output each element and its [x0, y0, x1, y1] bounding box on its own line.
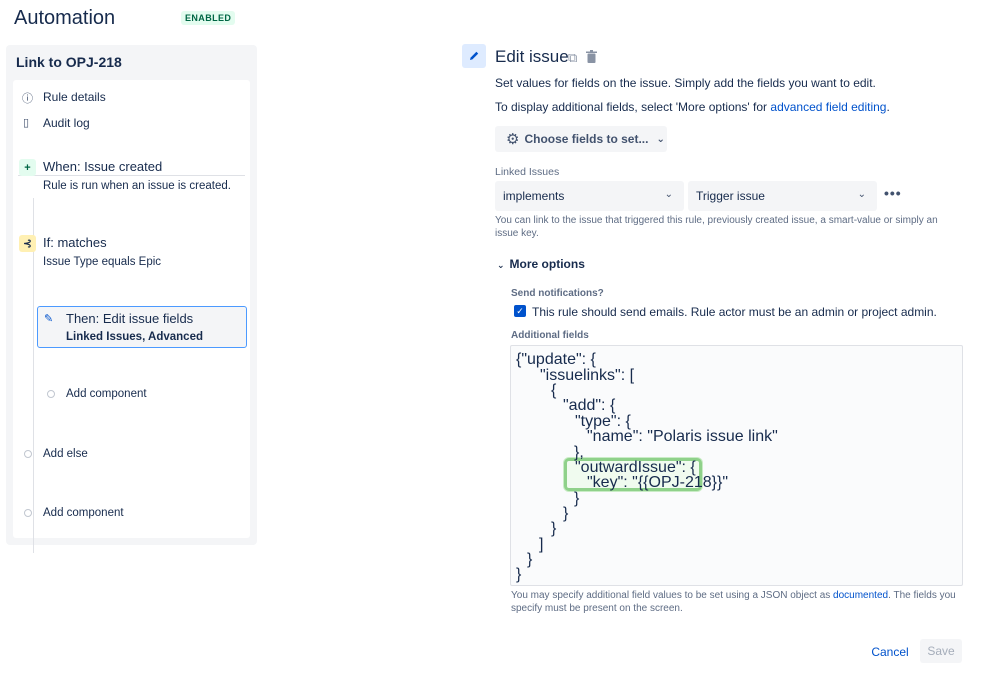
add-component-dot [24, 509, 32, 517]
chevron-down-icon: ⌄ [656, 133, 665, 145]
more-options-label: More options [509, 257, 585, 271]
code-line: "key": "{{OPJ-218}}" [587, 474, 729, 491]
action-field-b: Advanced [148, 331, 203, 343]
link-target-value: Trigger issue [696, 189, 765, 203]
send-notifications-text: This rule should send emails. Rule actor… [532, 305, 937, 319]
choose-fields-button[interactable]: ⚙ Choose fields to set... ⌄ [495, 126, 667, 152]
additional-fields-hint: You may specify additional field values … [511, 589, 959, 615]
chevron-down-icon: ⌄ [497, 260, 505, 270]
hint-text-end: . [886, 100, 890, 114]
link-target-select[interactable]: Trigger issue ⌄ [688, 181, 877, 211]
editor-description: Set values for fields on the issue. Simp… [495, 76, 876, 90]
add-component-inner-link[interactable]: Add component [66, 388, 147, 400]
linked-issues-hint: You can link to the issue that triggered… [495, 215, 938, 239]
trigger-title[interactable]: When: Issue created [43, 159, 162, 174]
copy-icon[interactable]: ⧉ [568, 50, 577, 66]
hint-text: To display additional fields, select 'Mo… [495, 100, 771, 114]
code-line: { [551, 382, 557, 399]
send-notifications-checkbox[interactable]: ✓ [514, 305, 526, 317]
document-icon: ▯ [23, 117, 30, 129]
code-line: } [527, 551, 533, 568]
code-line: } [574, 490, 580, 507]
plus-icon: + [19, 159, 36, 176]
branch-icon: ⊰ [19, 235, 36, 252]
code-line: } [516, 566, 522, 583]
linked-issues-label: Linked Issues [495, 166, 560, 178]
action-title: Then: Edit issue fields [66, 311, 194, 326]
link-type-select[interactable]: implements ⌄ [495, 181, 684, 211]
condition-description: Issue Type equals Epic [43, 256, 162, 268]
add-else-link[interactable]: Add else [43, 448, 88, 460]
send-notifications-label: Send notifications? [511, 288, 604, 299]
code-line: } [563, 505, 569, 522]
choose-fields-label: Choose fields to set... [524, 132, 649, 146]
more-icon[interactable]: ••• [884, 185, 902, 201]
advanced-field-editing-link[interactable]: advanced field editing [770, 100, 886, 114]
more-options-toggle[interactable]: ⌄ More options [497, 257, 585, 271]
status-badge: ENABLED [181, 11, 236, 25]
add-component-outer-link[interactable]: Add component [43, 507, 124, 519]
add-component-dot [47, 390, 55, 398]
code-line: ] [539, 536, 544, 553]
chevron-down-icon: ⌄ [857, 189, 866, 200]
save-button[interactable]: Save [920, 639, 962, 663]
link-type-value: implements [503, 189, 565, 203]
rule-sidebar: Link to OPJ-218 ⓘ Rule details ▯ Audit l… [6, 45, 257, 553]
page-title: Automation [14, 7, 116, 29]
trigger-description: Rule is run when an issue is created. [43, 180, 231, 192]
condition-title[interactable]: If: matches [43, 235, 107, 250]
divider [18, 175, 245, 176]
action-card-selected[interactable]: ✎ Then: Edit issue fields Linked Issues,… [37, 306, 247, 348]
check-icon: ✓ [516, 305, 524, 316]
rule-details-link[interactable]: Rule details [43, 90, 106, 104]
code-line: } [551, 520, 557, 537]
cancel-button[interactable]: Cancel [866, 641, 914, 663]
documented-link[interactable]: documented [833, 590, 888, 601]
add-else-dot [24, 450, 32, 458]
editor-title: Edit issue [495, 47, 569, 66]
editor-more-options-hint: To display additional fields, select 'Mo… [495, 100, 890, 114]
action-field-a: Linked Issues [66, 331, 143, 343]
pencil-icon [462, 44, 486, 68]
pencil-icon: ✎ [44, 313, 54, 325]
info-icon: ⓘ [22, 93, 33, 105]
additional-fields-label: Additional fields [511, 330, 589, 341]
action-description: Linked Issues, Advanced [66, 331, 203, 343]
chevron-down-icon: ⌄ [664, 189, 673, 200]
trash-icon[interactable] [586, 50, 597, 66]
rule-name: Link to OPJ-218 [16, 54, 122, 70]
code-line: "name": "Polaris issue link" [587, 428, 778, 445]
gear-icon: ⚙ [506, 131, 520, 148]
hint-text: You may specify additional field values … [511, 590, 834, 601]
audit-log-link[interactable]: Audit log [43, 116, 90, 130]
